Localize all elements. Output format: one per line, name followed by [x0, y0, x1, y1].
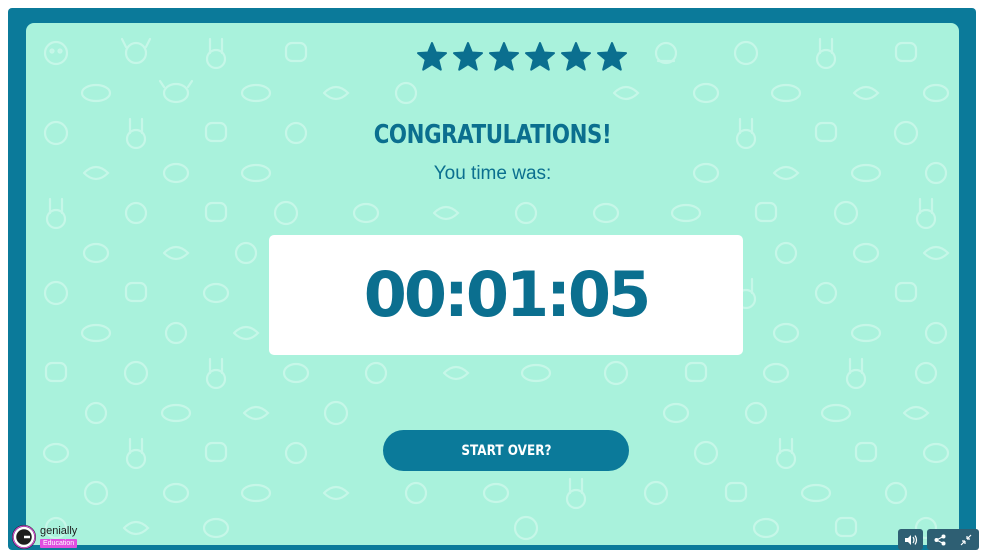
volume-button[interactable] — [898, 529, 923, 550]
speaker-icon — [904, 534, 917, 545]
star-icon — [417, 42, 447, 71]
share-fullscreen-group — [927, 529, 979, 550]
rating-stars — [416, 41, 628, 73]
brand-name: genially — [40, 525, 78, 537]
presentation-frame: CONGRATULATIONS! You time was: 00:01:05 … — [8, 8, 976, 550]
star-icon — [453, 42, 483, 71]
time-subtitle: You time was: — [433, 163, 552, 184]
star-icon — [561, 42, 591, 71]
star-icon — [525, 42, 555, 71]
congratulations-title: CONGRATULATIONS! — [373, 120, 612, 150]
genially-logo[interactable]: genially Education — [12, 525, 78, 549]
collapse-icon[interactable] — [960, 534, 972, 546]
brand-badge: Education — [40, 539, 78, 548]
start-over-button[interactable]: START OVER? — [383, 430, 629, 471]
genially-logo-icon — [12, 525, 36, 549]
slide-panel: CONGRATULATIONS! You time was: 00:01:05 … — [26, 23, 959, 545]
star-icon — [597, 42, 627, 71]
star-icon — [489, 42, 519, 71]
start-over-label: START OVER? — [460, 442, 552, 459]
timer-card: 00:01:05 — [269, 235, 743, 355]
elapsed-time: 00:01:05 — [363, 258, 651, 331]
share-icon[interactable] — [934, 534, 946, 546]
